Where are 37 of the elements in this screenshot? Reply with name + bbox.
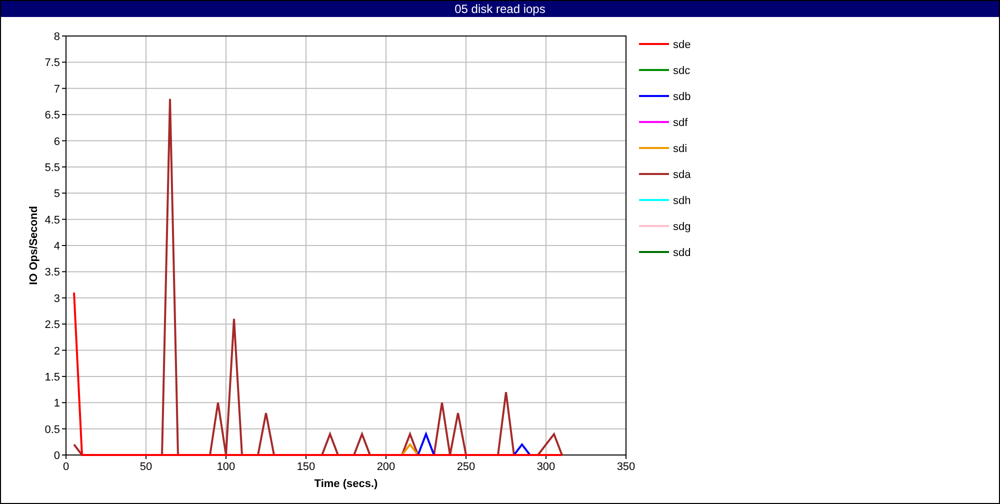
axis-tick-label: 50	[140, 461, 152, 473]
axis-tick-label: 1	[54, 398, 60, 410]
legend-label: sdg	[673, 221, 691, 233]
y-axis-title: IO Ops/Second	[28, 206, 40, 285]
legend-label: sdc	[673, 65, 690, 77]
axis-tick-label: 100	[216, 461, 236, 473]
legend-label: sdb	[673, 91, 691, 103]
axis-tick-label: 3	[54, 292, 60, 305]
legend-label: sde	[673, 39, 691, 51]
axis-tick-label: 0	[54, 450, 60, 462]
axis-tick-label: 6.5	[44, 110, 60, 122]
axis-tick-label: 250	[456, 461, 476, 473]
legend-label: sdf	[673, 117, 688, 129]
window-title: 05 disk read iops	[1, 1, 999, 17]
axis-tick-label: 7	[54, 83, 60, 96]
axis-tick-label: 5	[54, 188, 60, 200]
axis-tick-label: 6	[54, 136, 60, 148]
legend-label: sdi	[673, 143, 688, 155]
axis-tick-label: 150	[296, 461, 316, 473]
axis-tick-label: 7.5	[44, 57, 60, 70]
legend-label: sdh	[673, 195, 691, 207]
axis-tick-label: 4.5	[44, 214, 60, 226]
legend-label: sdd	[673, 247, 691, 259]
axis-tick-label: 4	[54, 240, 60, 252]
axis-tick-label: 5.5	[44, 162, 60, 174]
axis-tick-label: 300	[536, 461, 556, 473]
axis-tick-label: 350	[616, 461, 636, 473]
axis-tick-label: 0.5	[44, 424, 60, 436]
axis-tick-label: 0	[62, 461, 70, 473]
axis-tick-label: 2	[54, 345, 60, 358]
axis-tick-label: 2.5	[44, 319, 60, 332]
x-axis-title: Time (secs.)	[314, 478, 378, 490]
axis-tick-label: 8	[54, 31, 60, 43]
legend-label: sda	[673, 169, 691, 181]
axis-tick-label: 3.5	[44, 266, 60, 279]
axis-tick-label: 1.5	[44, 371, 60, 384]
axis-tick-label: 200	[376, 461, 396, 473]
